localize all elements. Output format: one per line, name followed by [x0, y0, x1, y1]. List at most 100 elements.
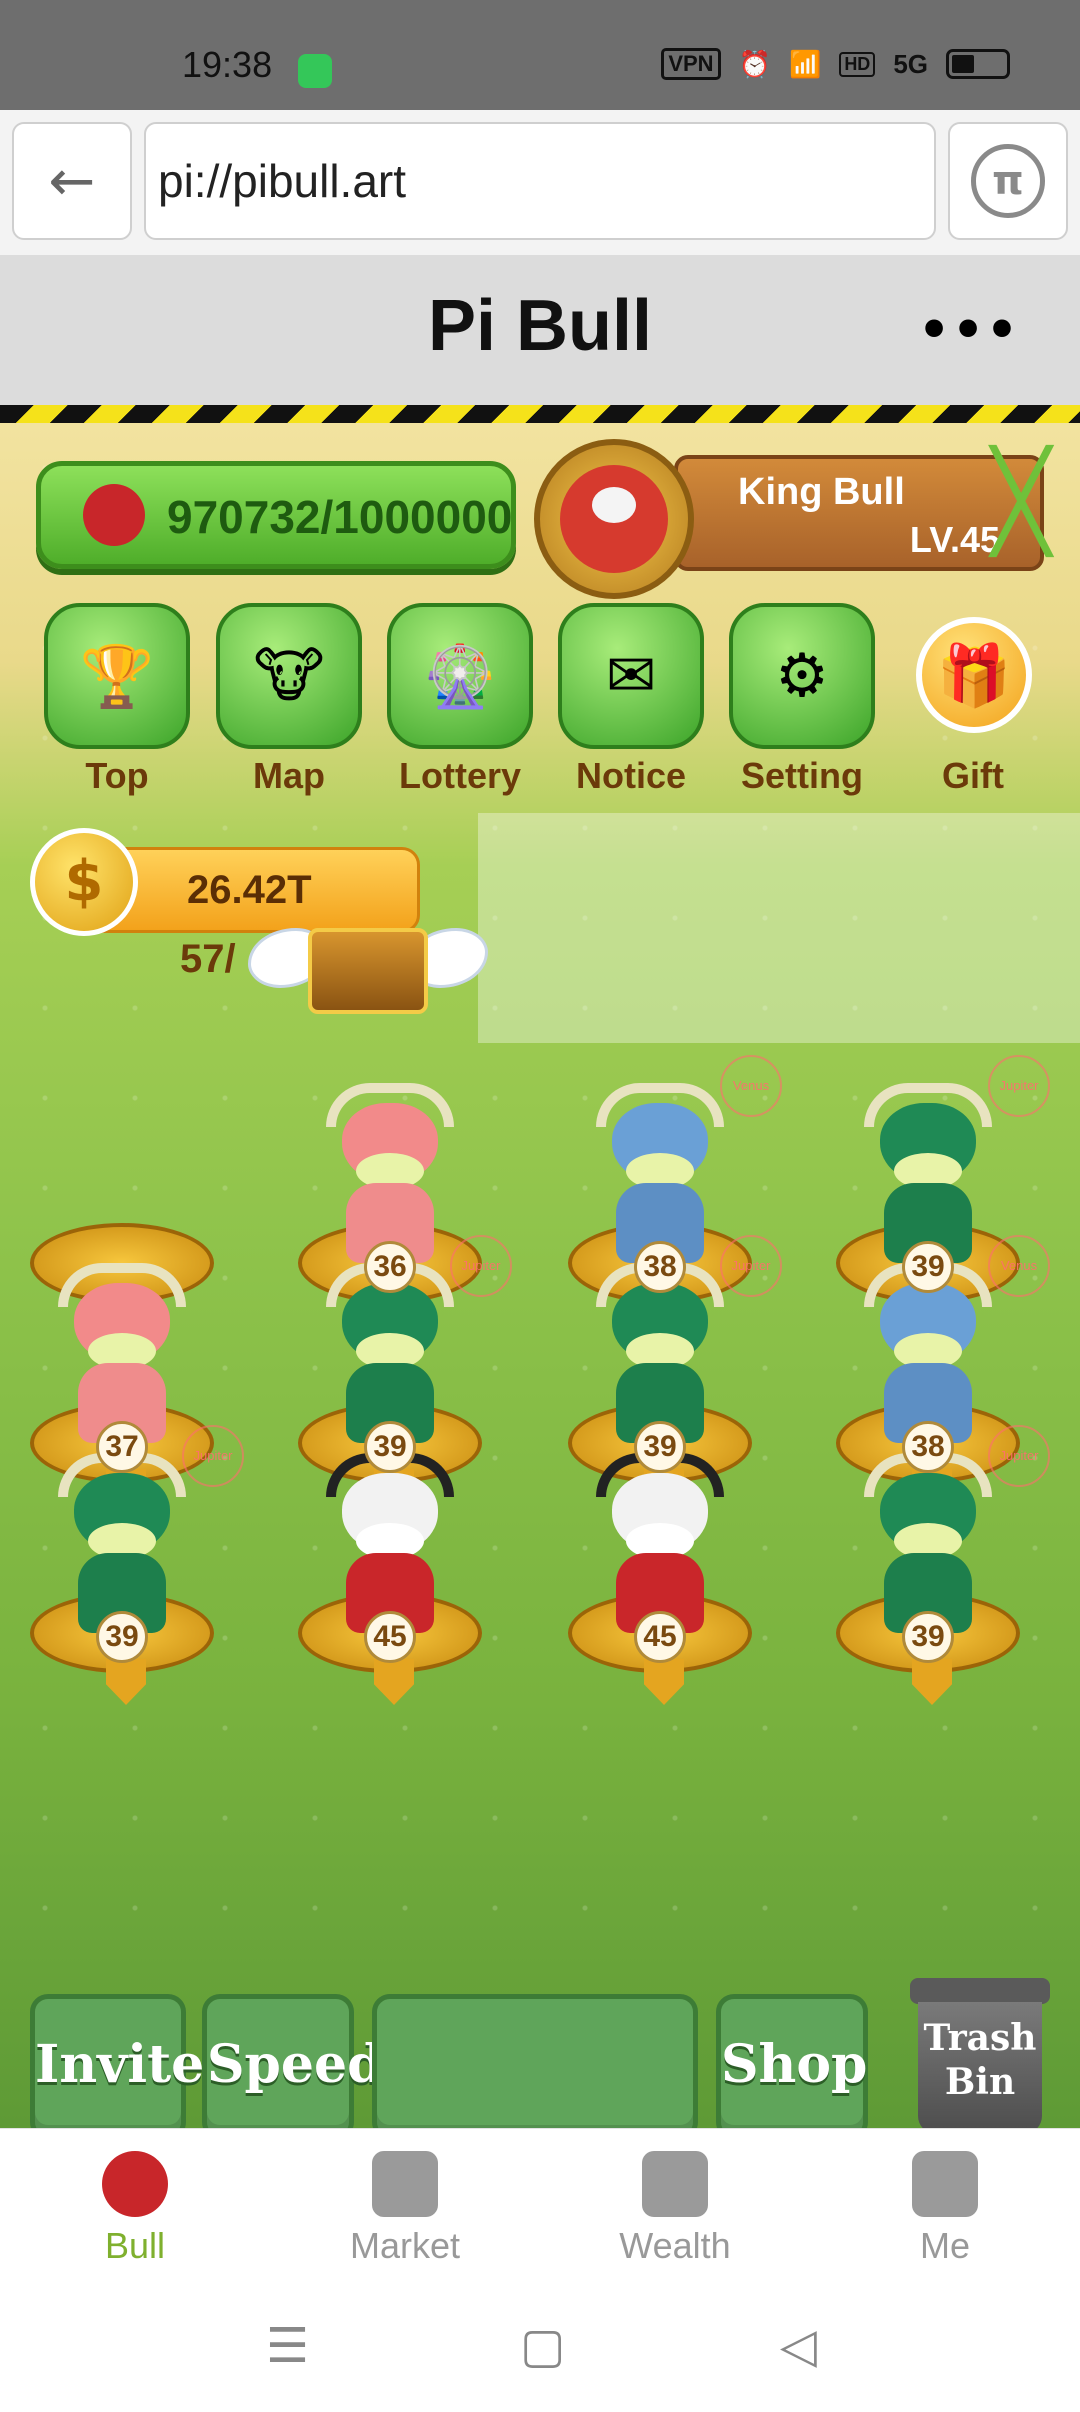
bull-slot[interactable]: 39 Jupiter [828, 1425, 1050, 1743]
gift-icon: 🎁 [916, 617, 1032, 733]
tab-label: Market [349, 2225, 461, 2266]
tab-me[interactable]: Me [810, 2129, 1080, 2289]
bull-level-badge: 39 [96, 1611, 148, 1663]
status-icons: VPN ⏰ 📶 HD 5G [661, 48, 1010, 80]
winged-treasure-chest[interactable] [248, 918, 488, 1018]
bull-level-badge: 45 [364, 1611, 416, 1663]
ranking-icon: 🏆 [44, 603, 190, 749]
map-bull-icon: 🐮 [216, 603, 362, 749]
browser-url-bar: ← pi://pibull.art π [0, 110, 1080, 255]
invite-button[interactable]: Invite [30, 1994, 204, 2128]
bull-slot[interactable]: 45 [560, 1453, 760, 1743]
planet-tag: Jupiter [450, 1235, 512, 1297]
menu-item-lottery[interactable]: 🎡 Lottery [377, 603, 537, 803]
hd-icon: HD [839, 51, 876, 77]
menu-item-notice[interactable]: ✉ Notice [548, 603, 708, 803]
tab-bull[interactable]: Bull [0, 2129, 270, 2289]
menu-label: Setting [741, 755, 863, 796]
shop-button[interactable]: Shop [716, 1994, 868, 2128]
bull-slot[interactable]: 39 Jupiter [22, 1425, 244, 1743]
translucent-overlay [478, 813, 1080, 1043]
progress-value: 970732/1000000 [167, 491, 513, 543]
tab-market[interactable]: Market [270, 2129, 540, 2289]
bull-tab-icon [102, 2151, 168, 2217]
progress-bar: 970732/1000000 [36, 461, 516, 569]
bull-level-badge: 45 [634, 1611, 686, 1663]
bull-slot[interactable]: 45 [290, 1453, 490, 1743]
gear-icon: ⚙ [729, 603, 875, 749]
pi-browser-button[interactable]: π [948, 122, 1068, 240]
notification-app-icon [298, 54, 332, 88]
bull-level-badge: 39 [902, 1611, 954, 1663]
more-menu-button[interactable]: ••• [918, 301, 1020, 359]
player-nameplate: King Bull LV.45 ╳ [674, 453, 1050, 571]
bamboo-icon: ╳ [992, 445, 1050, 557]
menu-item-top[interactable]: 🏆 Top [34, 603, 194, 803]
bin-label: Bin [944, 2061, 1016, 2103]
buy-bull-button[interactable] [372, 1994, 698, 2128]
bull-avatar-icon [83, 484, 145, 546]
tab-label: Me [919, 2225, 970, 2266]
bull-level-badge: 39 [364, 1421, 416, 1473]
url-field[interactable]: pi://pibull.art [144, 122, 936, 240]
bottom-tab-bar: Bull Market Wealth Me [0, 2128, 1080, 2288]
planet-tag: Venus [720, 1055, 782, 1117]
game-menu: 🏆 Top 🐮 Map 🎡 Lottery ✉ Notice ⚙ Setting… [34, 603, 1054, 803]
coin-value: 26.42T [187, 868, 312, 912]
menu-item-gift[interactable]: 🎁 Gift [890, 603, 1050, 803]
bull-level-badge: 39 [902, 1241, 954, 1293]
player-avatar[interactable] [534, 439, 694, 599]
planet-tag: Jupiter [988, 1425, 1050, 1487]
bull-level-badge: 39 [634, 1421, 686, 1473]
hazard-stripe [0, 405, 1080, 423]
menu-label: Top [85, 755, 149, 796]
back-nav-icon[interactable]: ◁ [780, 2318, 817, 2374]
trash-label: Trash [923, 2017, 1037, 2059]
bull-level-badge: 38 [634, 1241, 686, 1293]
envelope-icon: ✉ [558, 603, 704, 749]
trash-can-icon: Trash Bin [918, 2002, 1042, 2128]
tab-wealth[interactable]: Wealth [540, 2129, 810, 2289]
bull-face-icon [592, 487, 636, 523]
wheel-icon: 🎡 [387, 603, 533, 749]
planet-tag: Jupiter [720, 1235, 782, 1297]
planet-tag: Jupiter [988, 1055, 1050, 1117]
menu-label: Notice [575, 755, 687, 796]
game-area: 970732/1000000 King Bull LV.45 ╳ 🏆 Top 🐮… [0, 423, 1080, 2128]
back-button[interactable]: ← [12, 122, 132, 240]
money-bag-icon [642, 2151, 708, 2217]
speed-button[interactable]: Speed [202, 1994, 383, 2128]
system-nav-bar: ☰ ▢ ◁ [0, 2288, 1080, 2412]
bull-level-badge: 38 [902, 1421, 954, 1473]
menu-label: Lottery [398, 755, 521, 796]
alarm-icon: ⏰ [738, 48, 771, 79]
chest-icon [308, 928, 428, 1014]
trash-lid-icon [910, 1978, 1050, 2004]
player-name: King Bull [738, 471, 905, 513]
menu-nav-icon[interactable]: ☰ [266, 2318, 309, 2374]
wifi-icon: 📶 [788, 48, 822, 79]
action-bar: Invite Speed Shop Trash Bin [0, 1968, 1080, 2128]
status-bar: 19:38 VPN ⏰ 📶 HD 5G [0, 0, 1080, 110]
trash-bin[interactable]: Trash Bin [900, 1968, 1060, 2128]
bull-level-badge: 37 [96, 1421, 148, 1473]
menu-item-setting[interactable]: ⚙ Setting [719, 603, 879, 803]
tab-label: Bull [104, 2225, 166, 2266]
arrow-left-icon: ← [48, 148, 96, 214]
slot-count: 57/ [180, 937, 236, 981]
profile-icon [912, 2151, 978, 2217]
player-level: LV.45 [909, 519, 1000, 560]
signal-icon: 5G [893, 48, 928, 79]
menu-label: Gift [942, 755, 1004, 796]
menu-item-map[interactable]: 🐮 Map [206, 603, 366, 803]
battery-icon [946, 49, 1010, 79]
home-nav-icon[interactable]: ▢ [520, 2318, 565, 2374]
dollar-coin-icon: $ [30, 828, 138, 936]
vpn-icon: VPN [661, 48, 721, 80]
planet-tag: Jupiter [182, 1425, 244, 1487]
status-time: 19:38 [182, 44, 273, 85]
bull-level-badge: 36 [364, 1241, 416, 1293]
market-icon [372, 2151, 438, 2217]
pi-logo-icon: π [971, 144, 1045, 218]
planet-tag: Venus [988, 1235, 1050, 1297]
